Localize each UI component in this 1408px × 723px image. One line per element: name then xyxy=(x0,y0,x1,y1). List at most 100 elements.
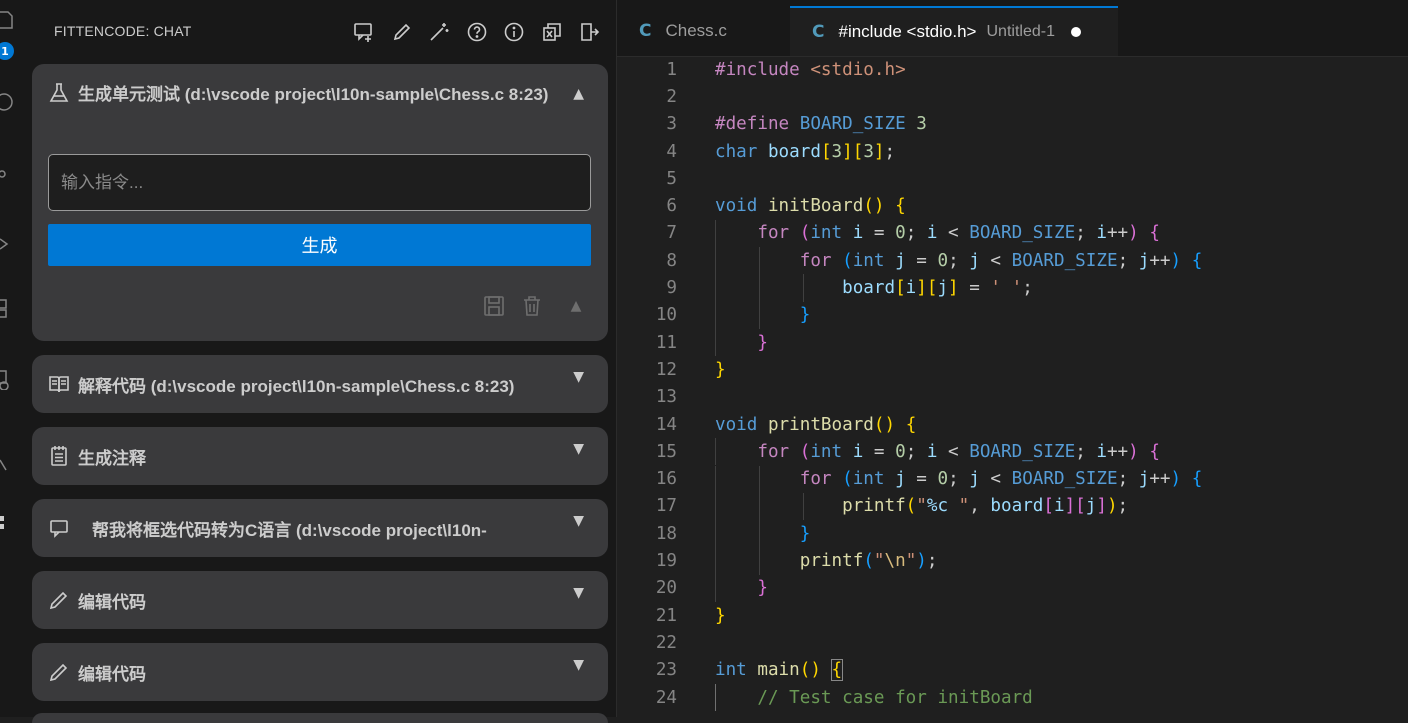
extensions-icon[interactable] xyxy=(0,298,14,318)
scroll-top-toggle[interactable]: ▲ xyxy=(564,294,588,318)
fittencode-icon[interactable] xyxy=(0,512,14,532)
edit-code-card-2[interactable]: 编辑代码 ▼ xyxy=(32,643,608,701)
generate-button[interactable]: 生成 xyxy=(48,224,591,266)
line-number: 17 xyxy=(655,496,677,517)
explain-code-card[interactable]: 解释代码 (d:\vscode project\l10n-sample\Ches… xyxy=(32,355,608,413)
activity-bar: 1 xyxy=(0,0,22,717)
code-line: 17 printf("%c ", board[i][j]); xyxy=(617,492,1408,521)
line-number: 23 xyxy=(655,660,677,681)
code-line: 20 } xyxy=(617,574,1408,602)
tab-untitled-1[interactable]: C #include <stdio.h> Untitled-1 xyxy=(790,6,1118,56)
expand-toggle[interactable]: ▼ xyxy=(573,441,584,457)
line-number: 22 xyxy=(655,632,677,653)
code-line: 4 char board[3][3]; xyxy=(617,138,1408,165)
convert-to-c-card[interactable]: 帮我将框选代码转为C语言 (d:\vscode project\l10n- ▼ xyxy=(32,499,608,557)
line-number: 1 xyxy=(666,59,677,80)
code-line: 12} xyxy=(617,356,1408,383)
sidebar-title: FITTENCODE: CHAT xyxy=(54,23,192,39)
next-card-edge xyxy=(32,713,608,723)
info-icon[interactable] xyxy=(496,19,534,45)
expand-toggle[interactable]: ▼ xyxy=(573,585,584,601)
run-debug-icon[interactable] xyxy=(0,234,14,254)
code-line: 21} xyxy=(617,602,1408,629)
explorer-icon[interactable] xyxy=(0,10,14,30)
logout-icon[interactable] xyxy=(571,19,609,45)
remote-icon[interactable] xyxy=(0,370,14,391)
instruction-input[interactable] xyxy=(48,154,591,211)
code-line: 18 } xyxy=(617,520,1408,548)
line-number: 8 xyxy=(666,250,677,271)
line-number: 16 xyxy=(655,469,677,490)
card-tools: ▲ xyxy=(482,294,588,318)
unsaved-dot-icon[interactable] xyxy=(1070,27,1081,37)
code-line: 13 xyxy=(617,384,1408,411)
code-line: 3 #define BOARD_SIZE 3 xyxy=(617,111,1408,138)
generate-comments-title: 生成注释 xyxy=(78,448,146,468)
line-number: 12 xyxy=(655,359,677,380)
flask-icon xyxy=(48,82,70,104)
magic-wand-icon[interactable] xyxy=(421,19,459,45)
new-chat-icon[interactable] xyxy=(346,19,384,45)
edit-icon[interactable] xyxy=(383,19,421,45)
code-line: 6 void initBoard() { xyxy=(617,193,1408,220)
notification-badge: 1 xyxy=(0,42,14,60)
code-line: 2 xyxy=(617,83,1408,110)
convert-to-c-title: 帮我将框选代码转为C语言 (d:\vscode project\l10n- xyxy=(92,520,487,540)
tab-label: #include <stdio.h> xyxy=(838,22,977,41)
line-number: 7 xyxy=(666,223,677,244)
explain-code-title: 解释代码 (d:\vscode project\l10n-sample\Ches… xyxy=(78,376,515,396)
sidebar-actions xyxy=(346,19,609,45)
unit-test-card-title: 生成单元测试 (d:\vscode project\l10n-sample\Ch… xyxy=(78,85,549,104)
generate-comments-card[interactable]: 生成注释 ▼ xyxy=(32,427,608,485)
line-number: 2 xyxy=(666,86,677,107)
code-line: 23 int main() { xyxy=(617,657,1408,684)
edit-code-title: 编辑代码 xyxy=(78,592,146,612)
expand-toggle[interactable]: ▼ xyxy=(573,513,584,529)
line-number: 24 xyxy=(655,687,677,708)
book-icon xyxy=(48,373,70,395)
code-line: 16 for (int j = 0; j < BOARD_SIZE; j++) … xyxy=(617,465,1408,493)
line-number: 10 xyxy=(655,305,677,326)
line-number: 21 xyxy=(655,605,677,626)
code-line: 15 for (int i = 0; i < BOARD_SIZE; i++) … xyxy=(617,438,1408,466)
pencil-icon xyxy=(48,589,70,611)
trash-icon[interactable] xyxy=(520,294,544,318)
help-icon[interactable] xyxy=(458,19,496,45)
expand-toggle[interactable]: ▼ xyxy=(573,369,584,385)
line-number: 3 xyxy=(666,114,677,135)
code-line: 14 void printBoard() { xyxy=(617,411,1408,438)
line-number: 14 xyxy=(655,414,677,435)
pencil-icon xyxy=(48,661,70,683)
save-icon[interactable] xyxy=(482,294,506,318)
edit-code-title: 编辑代码 xyxy=(78,664,146,684)
edit-code-card[interactable]: 编辑代码 ▼ xyxy=(32,571,608,629)
line-number: 18 xyxy=(655,523,677,544)
tab-label: Chess.c xyxy=(665,21,727,40)
line-number: 20 xyxy=(655,578,677,599)
line-number: 11 xyxy=(655,332,677,353)
c-file-icon: C xyxy=(639,21,652,41)
c-file-icon: C xyxy=(812,22,825,42)
testing-icon[interactable] xyxy=(0,452,14,472)
code-line: 10 } xyxy=(617,301,1408,329)
line-number: 15 xyxy=(655,441,677,462)
search-icon[interactable] xyxy=(0,92,14,112)
tab-chess-c[interactable]: C Chess.c xyxy=(617,6,790,56)
editor-area: C Chess.c C #include <stdio.h> Untitled-… xyxy=(617,0,1408,717)
code-editor[interactable]: 1 #include <stdio.h> 2 3 #define BOARD_SIZ… xyxy=(617,56,1408,717)
collapse-toggle[interactable]: ▲ xyxy=(573,86,584,102)
line-number: 13 xyxy=(655,387,677,408)
source-control-icon[interactable] xyxy=(0,162,14,182)
code-line: 7 for (int i = 0; i < BOARD_SIZE; i++) { xyxy=(617,219,1408,248)
line-number: 5 xyxy=(666,168,677,189)
unit-test-card-header[interactable]: 生成单元测试 (d:\vscode project\l10n-sample\Ch… xyxy=(48,78,568,112)
code-line: 19 printf("\n"); xyxy=(617,547,1408,575)
line-number: 6 xyxy=(666,196,677,217)
code-line: 1 #include <stdio.h> xyxy=(617,56,1408,83)
code-line: 9 board[i][j] = ' '; xyxy=(617,274,1408,302)
copy-icon[interactable] xyxy=(533,19,571,45)
expand-toggle[interactable]: ▼ xyxy=(573,657,584,673)
chat-icon xyxy=(48,517,70,539)
code-line: 11 } xyxy=(617,329,1408,357)
notes-icon xyxy=(48,445,70,467)
